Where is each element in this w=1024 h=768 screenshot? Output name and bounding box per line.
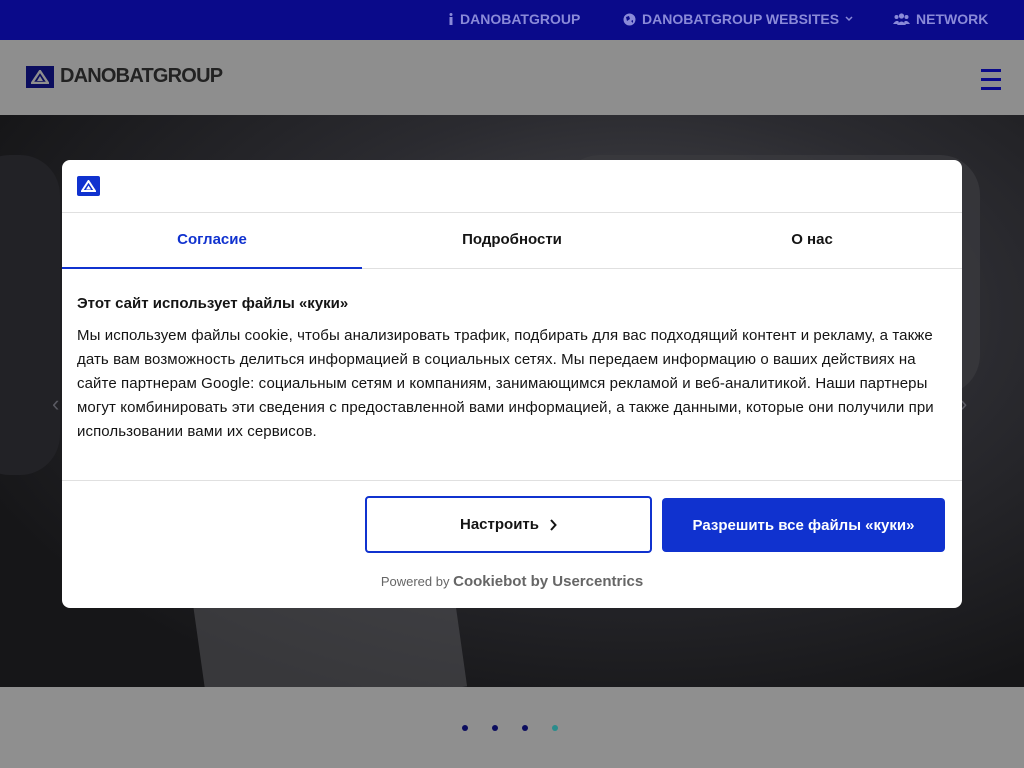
network-link[interactable]: NETWORK <box>893 11 988 27</box>
slider-prev-arrow-icon[interactable]: ‹ <box>52 391 59 417</box>
powered-by: Powered by Cookiebot by Usercentrics <box>62 573 962 590</box>
menu-hamburger-icon[interactable] <box>981 69 1001 90</box>
powered-by-prefix: Powered by <box>380 574 450 589</box>
customize-button-label: Настроить <box>460 516 539 533</box>
allow-all-cookies-button[interactable]: Разрешить все файлы «куки» <box>662 498 945 552</box>
slider-dot[interactable] <box>462 725 468 731</box>
chevron-right-icon <box>550 518 557 531</box>
slider-dot[interactable] <box>492 725 498 731</box>
dialog-header <box>62 160 962 213</box>
site-header: DANOBATGROUP <box>0 40 1024 115</box>
info-icon <box>449 13 453 25</box>
logo-text: DANOBATGROUP <box>60 65 223 87</box>
danobatgroup-link-label: DANOBATGROUP <box>460 11 581 27</box>
customize-button[interactable]: Настроить <box>365 496 652 553</box>
dialog-tabs: Согласие Подробности О нас <box>62 213 962 269</box>
tab-details[interactable]: Подробности <box>362 213 662 268</box>
chevron-down-icon <box>845 16 853 22</box>
hero-background-shape <box>0 155 60 475</box>
slider-dot[interactable] <box>522 725 528 731</box>
dialog-title: Этот сайт использует файлы «куки» <box>77 295 349 312</box>
slider-dots <box>462 725 558 731</box>
danobatgroup-link[interactable]: DANOBATGROUP <box>448 11 580 27</box>
websites-dropdown[interactable]: DANOBATGROUP WEBSITES <box>623 11 853 27</box>
dialog-body: Этот сайт использует файлы «куки» Мы исп… <box>62 269 962 481</box>
tab-consent[interactable]: Согласие <box>62 213 362 269</box>
users-icon <box>893 13 910 25</box>
cookie-consent-dialog: Согласие Подробности О нас Этот сайт исп… <box>62 160 962 608</box>
top-bar: DANOBATGROUP DANOBATGROUP WEBSITES NETWO… <box>0 0 1024 40</box>
tab-about[interactable]: О нас <box>662 213 962 268</box>
allow-all-cookies-label: Разрешить все файлы «куки» <box>692 516 915 534</box>
cookiebot-brand-link[interactable]: Cookiebot by Usercentrics <box>453 573 643 590</box>
logo-mark-icon <box>26 65 54 88</box>
globe-icon <box>623 13 636 25</box>
websites-dropdown-label: DANOBATGROUP WEBSITES <box>642 11 840 27</box>
slider-dot-active[interactable] <box>552 725 558 731</box>
network-link-label: NETWORK <box>916 11 989 27</box>
dialog-logo-icon <box>77 176 100 196</box>
dialog-description: Мы используем файлы cookie, чтобы анализ… <box>77 327 934 440</box>
site-logo[interactable]: DANOBATGROUP <box>26 65 223 88</box>
